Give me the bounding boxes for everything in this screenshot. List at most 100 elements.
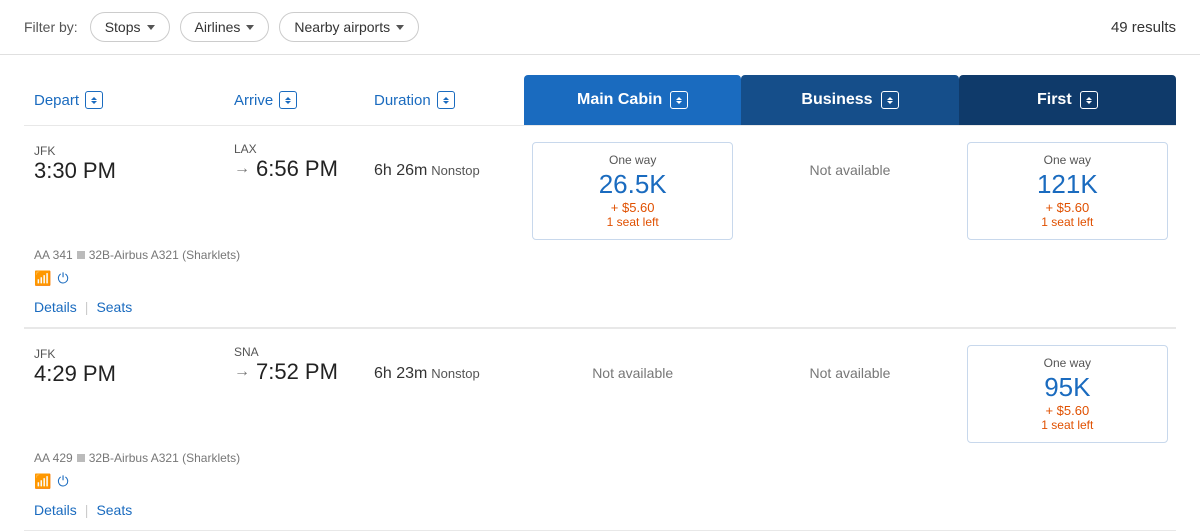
duration-time: 6h 23m <box>374 365 427 382</box>
stops-text: Nonstop <box>431 163 479 178</box>
duration-label: Duration <box>374 92 431 109</box>
duration-col: 6h 26m Nonstop <box>364 142 524 180</box>
first-fee: + $5.60 <box>1045 403 1089 418</box>
sort-arrow-down <box>91 101 97 104</box>
nearby-airports-chevron-icon <box>396 25 404 30</box>
sort-arrow-down <box>1086 101 1092 104</box>
first-column-header[interactable]: First <box>959 75 1176 125</box>
stops-label: Stops <box>105 19 141 35</box>
sort-arrow-up <box>285 97 291 100</box>
seats-link[interactable]: Seats <box>96 299 132 315</box>
seats-link[interactable]: Seats <box>96 502 132 518</box>
first-price-box[interactable]: One way 121K + $5.60 1 seat left <box>967 142 1168 240</box>
depart-column-header[interactable]: Depart <box>24 75 224 125</box>
first-label: First <box>1037 91 1072 109</box>
action-links: Details | Seats <box>24 299 524 315</box>
first-seats-left: 1 seat left <box>1041 418 1093 432</box>
arrive-col: LAX → 6:56 PM <box>224 142 364 182</box>
sort-arrow-down <box>887 101 893 104</box>
amenities-icons: 📶 ⏻ <box>24 270 524 287</box>
stops-filter[interactable]: Stops <box>90 12 170 42</box>
main-content: Depart Arrive Duration Main Cabin <box>0 75 1200 531</box>
business-column-header[interactable]: Business <box>741 75 958 125</box>
sort-arrow-up <box>676 97 682 100</box>
action-row: Details | Seats <box>24 291 1176 328</box>
results-count: 49 results <box>1111 19 1176 36</box>
sort-arrow-down <box>443 101 449 104</box>
sort-arrow-up <box>91 97 97 100</box>
depart-time: 3:30 PM <box>34 158 116 183</box>
divider: | <box>85 299 89 315</box>
main-cabin-unavailable: Not available <box>524 345 741 401</box>
nearby-airports-label: Nearby airports <box>294 19 390 35</box>
main-cabin-column-header[interactable]: Main Cabin <box>524 75 741 125</box>
flight-number: AA 341 <box>34 248 73 262</box>
main-cabin-seats-left: 1 seat left <box>607 215 659 229</box>
details-link[interactable]: Details <box>34 299 77 315</box>
depart-airport-code: JFK <box>34 347 55 361</box>
action-row: Details | Seats <box>24 494 1176 531</box>
sort-arrow-up <box>887 97 893 100</box>
first-points: 95K <box>1044 372 1090 403</box>
filter-bar: Filter by: Stops Airlines Nearby airport… <box>0 0 1200 55</box>
one-way-label: One way <box>1044 356 1091 370</box>
flight-info-row: AA 429 32B-Airbus A321 (Sharklets) <box>24 451 1176 469</box>
amenities-row: 📶 ⏻ <box>24 266 1176 291</box>
arrow-icon: → <box>234 160 250 178</box>
main-cabin-label: Main Cabin <box>577 91 662 109</box>
duration-col: 6h 23m Nonstop <box>364 345 524 383</box>
amenities-icons: 📶 ⏻ <box>24 473 524 490</box>
first-seats-left: 1 seat left <box>1041 215 1093 229</box>
flight-details-text: AA 341 32B-Airbus A321 (Sharklets) <box>24 248 524 262</box>
arrive-col: SNA → 7:52 PM <box>224 345 364 385</box>
duration-time: 6h 26m <box>374 162 427 179</box>
depart-airport-code: JFK <box>34 144 55 158</box>
stops-chevron-icon <box>147 25 155 30</box>
arrive-column-header[interactable]: Arrive <box>224 75 364 125</box>
airlines-chevron-icon <box>246 25 254 30</box>
filter-label: Filter by: <box>24 19 78 35</box>
arrive-airport-code: SNA <box>234 345 354 359</box>
arrive-label: Arrive <box>234 92 273 109</box>
aircraft-info: 32B-Airbus A321 (Sharklets) <box>89 248 240 262</box>
depart-time: 4:29 PM <box>34 361 116 386</box>
wifi-icon: 📶 <box>34 270 51 287</box>
one-way-label: One way <box>1044 153 1091 167</box>
arrow-icon: → <box>234 363 250 381</box>
duration-column-header[interactable]: Duration <box>364 75 524 125</box>
depart-col: JFK 4:29 PM <box>24 345 224 387</box>
first-fee: + $5.60 <box>1045 200 1089 215</box>
stops-text: Nonstop <box>431 366 479 381</box>
first-price-cell[interactable]: One way 95K + $5.60 1 seat left <box>959 345 1176 443</box>
details-link[interactable]: Details <box>34 502 77 518</box>
separator-icon <box>77 454 85 462</box>
sort-arrow-up <box>1086 97 1092 100</box>
business-label: Business <box>801 91 872 109</box>
arrive-airport-code: LAX <box>234 142 354 156</box>
first-price-box[interactable]: One way 95K + $5.60 1 seat left <box>967 345 1168 443</box>
one-way-label: One way <box>609 153 656 167</box>
business-unavailable: Not available <box>741 345 958 401</box>
aircraft-info: 32B-Airbus A321 (Sharklets) <box>89 451 240 465</box>
table-row: JFK 4:29 PM SNA → 7:52 PM 6h 23m Nonstop… <box>24 328 1176 451</box>
main-cabin-price-box[interactable]: One way 26.5K + $5.60 1 seat left <box>532 142 733 240</box>
power-icon: ⏻ <box>57 270 68 287</box>
main-cabin-sort-icon <box>670 91 688 109</box>
arrive-time: 6:56 PM <box>256 156 338 182</box>
flight-details-text: AA 429 32B-Airbus A321 (Sharklets) <box>24 451 524 465</box>
depart-label: Depart <box>34 92 79 109</box>
airlines-filter[interactable]: Airlines <box>180 12 270 42</box>
column-headers: Depart Arrive Duration Main Cabin <box>24 75 1176 125</box>
table-row: JFK 3:30 PM LAX → 6:56 PM 6h 26m Nonstop… <box>24 125 1176 248</box>
flights-list: JFK 3:30 PM LAX → 6:56 PM 6h 26m Nonstop… <box>24 125 1176 531</box>
first-points: 121K <box>1037 169 1098 200</box>
action-links: Details | Seats <box>24 502 524 518</box>
main-cabin-fee: + $5.60 <box>611 200 655 215</box>
arrive-time: 7:52 PM <box>256 359 338 385</box>
main-cabin-price-cell[interactable]: One way 26.5K + $5.60 1 seat left <box>524 142 741 240</box>
business-sort-icon <box>881 91 899 109</box>
depart-col: JFK 3:30 PM <box>24 142 224 184</box>
first-price-cell[interactable]: One way 121K + $5.60 1 seat left <box>959 142 1176 240</box>
nearby-airports-filter[interactable]: Nearby airports <box>279 12 419 42</box>
wifi-icon: 📶 <box>34 473 51 490</box>
